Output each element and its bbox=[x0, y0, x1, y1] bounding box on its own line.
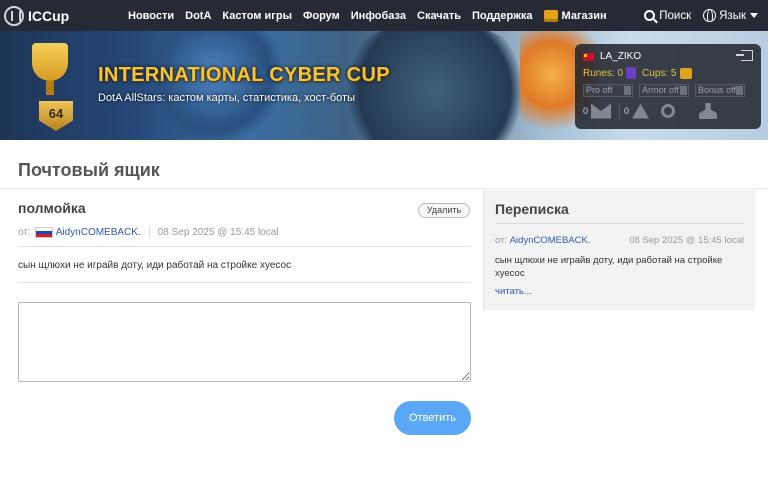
runes-label: Runes: 0 bbox=[583, 67, 624, 79]
banner-title: INTERNATIONAL CYBER CUP bbox=[98, 64, 390, 86]
user-info: LA_ZIKO bbox=[583, 51, 641, 62]
reply-textarea[interactable] bbox=[18, 302, 471, 382]
messages-count: 0 bbox=[583, 106, 589, 116]
author-link[interactable]: AidynCOMEBACK. bbox=[56, 227, 141, 238]
main-menu: Новости DotA Кастом игры Форум Инфобаза … bbox=[128, 0, 618, 31]
nav-item-shop-label: Магазин bbox=[561, 9, 607, 22]
search-icon bbox=[644, 10, 656, 21]
language-selector[interactable]: Язык bbox=[703, 9, 758, 22]
site-logo[interactable]: ICCup bbox=[4, 0, 69, 31]
chevron-down-icon bbox=[750, 13, 758, 18]
divider bbox=[148, 226, 150, 238]
cup-icon bbox=[679, 67, 692, 79]
nav-item-dota[interactable]: DotA bbox=[185, 10, 211, 22]
delete-button[interactable]: Удалить bbox=[418, 203, 470, 218]
globe-icon bbox=[703, 9, 717, 22]
top-navbar: ICCup Новости DotA Кастом игры Форум Инф… bbox=[0, 0, 768, 31]
reply-button[interactable]: Ответить bbox=[394, 401, 471, 435]
warning-icon[interactable] bbox=[632, 103, 650, 119]
divider bbox=[18, 282, 471, 283]
divider bbox=[0, 188, 768, 189]
logout-icon[interactable] bbox=[736, 50, 753, 61]
nav-item-support[interactable]: Поддержка bbox=[472, 10, 533, 22]
armor-toggle[interactable]: Armor off bbox=[639, 84, 689, 97]
from-label: от: bbox=[18, 226, 31, 238]
correspondence-date: 08 Sep 2025 @ 15:45 local bbox=[629, 235, 744, 246]
settings-icon[interactable] bbox=[661, 104, 676, 118]
correspondence-title: Переписка bbox=[495, 201, 569, 217]
user-currency: Runes: 0 Cups: 5 bbox=[583, 67, 692, 79]
ussr-flag-icon bbox=[583, 52, 594, 61]
rune-icon bbox=[626, 67, 637, 79]
divider bbox=[619, 103, 621, 119]
author-link[interactable]: AidynCOMEBACK. bbox=[510, 235, 591, 246]
message-subject: полмойка bbox=[18, 200, 86, 216]
shop-icon bbox=[543, 9, 558, 22]
correspondence-panel: Переписка от: AidynCOMEBACK. 08 Sep 2025… bbox=[483, 190, 755, 310]
search-link[interactable]: Поиск bbox=[644, 10, 691, 22]
language-label: Язык bbox=[719, 9, 746, 22]
divider bbox=[495, 223, 745, 224]
divider bbox=[18, 246, 471, 247]
mail-icon[interactable] bbox=[591, 103, 612, 119]
message-body: сын щлюхи не играйв доту, иди работай на… bbox=[18, 260, 292, 271]
from-label: от: bbox=[495, 235, 508, 246]
nav-right: Поиск Язык bbox=[632, 0, 758, 31]
pro-toggle[interactable]: Pro off bbox=[583, 84, 633, 97]
nav-item-infobase[interactable]: Инфобаза bbox=[351, 10, 406, 22]
page-title: Почтовый ящик bbox=[18, 160, 160, 180]
banner-subtitle: DotA AllStars: кастом карты, статистика,… bbox=[98, 92, 355, 104]
search-label: Поиск bbox=[659, 9, 692, 22]
cups-label: Cups: 5 bbox=[642, 67, 677, 79]
correspondence-from: от: AidynCOMEBACK. bbox=[495, 235, 591, 246]
user-panel: LA_ZIKO Runes: 0 Cups: 5 Pro off Armor o… bbox=[575, 44, 761, 129]
warnings-count: 0 bbox=[624, 106, 630, 116]
nav-item-download[interactable]: Скачать bbox=[417, 10, 461, 22]
nav-item-custom-games[interactable]: Кастом игры bbox=[222, 10, 292, 22]
iccup-logo-icon bbox=[4, 5, 24, 26]
nav-item-shop[interactable]: Магазин bbox=[543, 9, 607, 22]
user-actions: 0 0 bbox=[583, 103, 718, 119]
read-more-link[interactable]: читать... bbox=[495, 286, 532, 297]
user-toggles: Pro off Armor off Bonus off bbox=[583, 84, 751, 97]
logo-text: ICCup bbox=[28, 7, 70, 24]
russia-flag-icon bbox=[34, 226, 53, 238]
username-link[interactable]: LA_ZIKO bbox=[600, 51, 641, 62]
message-date: 08 Sep 2025 @ 15:45 local bbox=[157, 226, 279, 238]
message-meta: от: AidynCOMEBACK. 08 Sep 2025 @ 15:45 l… bbox=[18, 226, 279, 238]
nav-item-news[interactable]: Новости bbox=[128, 10, 174, 22]
profile-icon[interactable] bbox=[699, 103, 718, 119]
level-number: 64 bbox=[48, 106, 64, 121]
correspondence-body: сын щлюхи не играйв доту, иди работай на… bbox=[495, 255, 723, 279]
bonus-toggle[interactable]: Bonus off bbox=[695, 84, 745, 97]
nav-item-forum[interactable]: Форум bbox=[303, 10, 340, 22]
